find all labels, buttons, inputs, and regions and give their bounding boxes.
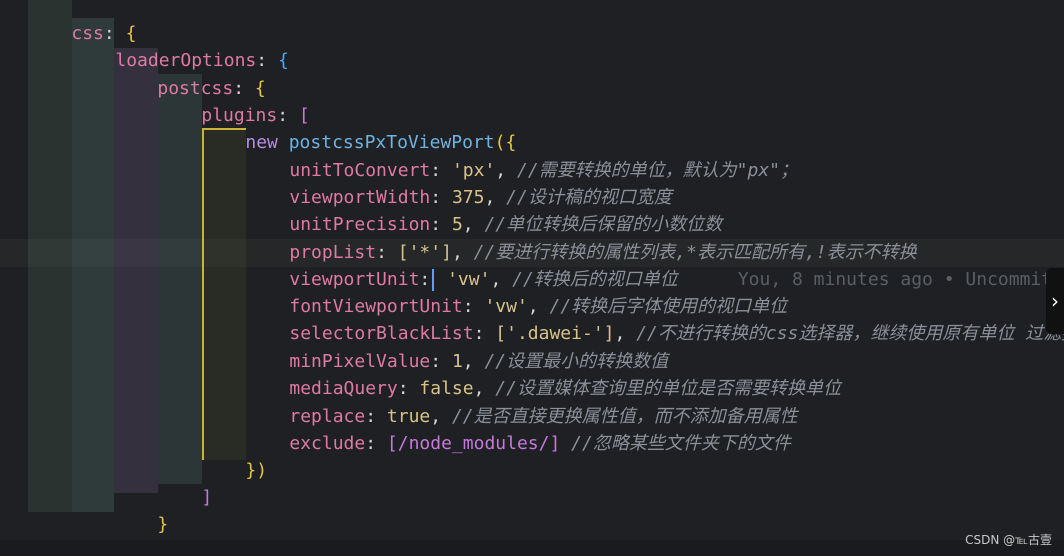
code-line-current[interactable]: viewportUnit: 'vw', //转换后的视口单位 You, 8 min… [246,239,1064,291]
code-line[interactable]: mediaQuery: false, //设置媒体查询里的单位是否需要转换单位 [246,348,841,399]
code-line[interactable]: unitPrecision: 5, //单位转换后保留的小数位数 [246,184,722,235]
object-key: exclude [289,433,366,454]
code-line[interactable]: exclude: [/node_modules/] //忽略某些文件夹下的文件 [246,403,790,454]
punctuation [560,433,571,454]
regex-array-value: [/node_modules/] [386,433,561,454]
watermark: CSDN @℡古壹 [965,533,1052,547]
code-line[interactable]: }) [202,430,267,481]
code-line[interactable]: new postcssPxToViewPort({ [202,102,516,153]
close-brace: } [157,514,169,535]
punctuation: : [365,433,387,454]
code-line[interactable]: viewportWidth: 375, //设计稿的视口宽度 [246,157,671,208]
code-line[interactable]: unitToConvert: 'px', //需要转换的单位，默认为"px"； [246,130,798,181]
code-line[interactable]: selectorBlackList: ['.dawei-'], //不进行转换的… [246,293,1064,344]
code-line[interactable]: loaderOptions: { [72,20,288,71]
code-line[interactable]: postcss: { [114,48,265,99]
code-line[interactable]: css: { [28,0,136,44]
close-bracket: ] [201,487,213,508]
code-editor[interactable]: css: { loaderOptions: { postcss: { plugi… [0,0,1064,556]
code-line[interactable]: minPixelValue: 1, //设置最小的转换数值 [246,321,668,372]
code-line[interactable]: replace: true, //是否直接更换属性值，而不添加备用属性 [246,376,797,427]
code-comment: //忽略某些文件夹下的文件 [571,433,791,454]
chevron-right-icon[interactable]: › [1046,268,1064,334]
editor-bottom-bar [0,540,1064,556]
code-line[interactable]: plugins: [ [158,75,309,126]
code-line[interactable]: ] [158,457,212,508]
code-line[interactable]: propList: ['*'], //要进行转换的属性列表,*表示匹配所有,!表… [246,212,916,263]
close-paren: }) [245,460,268,481]
code-comment: //不进行转换的css选择器，继续使用原有单位 过滤掉. [636,323,1064,344]
open-brace: { [277,50,289,71]
code-line[interactable]: } [72,511,126,556]
code-line[interactable]: fontViewportUnit: 'vw', //转换后字体使用的视口单位 [246,266,787,317]
code-line[interactable]: } [114,484,168,535]
